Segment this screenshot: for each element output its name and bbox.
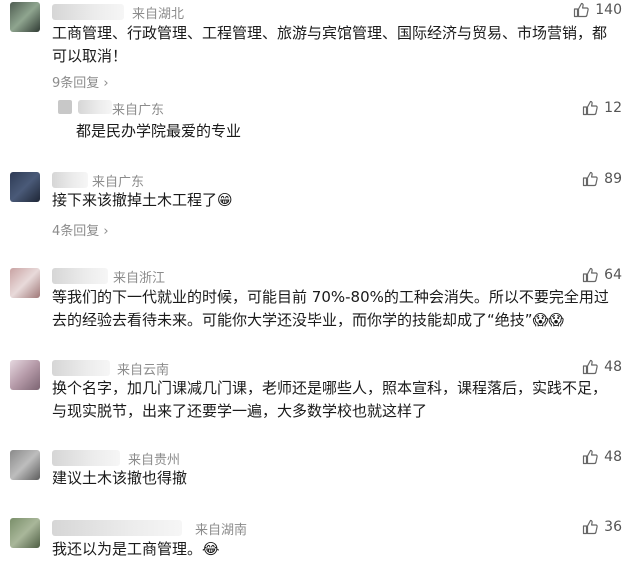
comment-text: 换个名字，加几门课减几门课，老师还是哪些人，照本宣科，课程落后，实践不足，与现实… bbox=[52, 379, 608, 420]
avatar[interactable] bbox=[10, 268, 40, 298]
comment-location: 来自云南 bbox=[117, 363, 170, 378]
reply-location: 来自广东 bbox=[112, 103, 165, 118]
thumbs-up-icon bbox=[583, 267, 598, 283]
comment: 来自贵州 48 建议土木该撤也得撤 bbox=[0, 446, 640, 502]
avatar[interactable] bbox=[10, 172, 40, 202]
comment-text-body: 接下来该撤掉土木工程了 bbox=[52, 191, 218, 209]
chevron-right-icon: › bbox=[103, 76, 109, 91]
comment: 来自云南 48 换个名字，加几门课减几门课，老师还是哪些人，照本宣科，课程落后，… bbox=[0, 356, 640, 440]
reply-like-button[interactable]: 12 bbox=[582, 100, 622, 116]
avatar[interactable] bbox=[10, 518, 40, 548]
thumbs-up-icon bbox=[583, 171, 598, 187]
reply-avatar[interactable] bbox=[58, 100, 72, 114]
replies-label: 4条回复 bbox=[52, 224, 100, 239]
username-redacted[interactable] bbox=[52, 520, 182, 536]
reply-text: 都是民办学院最爱的专业 bbox=[76, 122, 242, 140]
thumbs-up-icon bbox=[583, 449, 598, 465]
like-count: 48 bbox=[604, 359, 622, 375]
reply-username-redacted[interactable] bbox=[78, 100, 112, 114]
thumbs-up-icon bbox=[574, 2, 590, 18]
comment-location: 来自广东 bbox=[92, 175, 145, 190]
comment-text: 建议土木该撤也得撤 bbox=[52, 469, 188, 487]
like-button[interactable]: 48 bbox=[582, 449, 622, 465]
comment-location: 来自浙江 bbox=[113, 271, 166, 286]
replies-label: 9条回复 bbox=[52, 76, 100, 91]
like-count: 89 bbox=[604, 171, 622, 187]
like-count: 12 bbox=[604, 100, 622, 116]
like-button[interactable]: 48 bbox=[582, 359, 622, 375]
like-count: 140 bbox=[595, 2, 622, 18]
comment: 来自浙江 64 等我们的下一代就业的时候，可能目前 70%-80%的工种会消失。… bbox=[0, 264, 640, 348]
comment: 来自湖北 140 工商管理、行政管理、工程管理、旅游与宾馆管理、国际经济与贸易、… bbox=[0, 0, 640, 160]
avatar[interactable] bbox=[10, 2, 40, 32]
comment-location: 来自湖南 bbox=[195, 523, 248, 538]
comment: 来自广东 89 接下来该撤掉土木工程了😁 4条回复 › bbox=[0, 168, 640, 244]
comment-text: 工商管理、行政管理、工程管理、旅游与宾馆管理、国际经济与贸易、市场营销，都可以取… bbox=[52, 24, 608, 65]
tears-of-joy-emoji: 😂 bbox=[202, 540, 220, 558]
comment-text-body: 我还以为是工商管理。 bbox=[52, 540, 203, 558]
like-count: 64 bbox=[604, 267, 622, 283]
like-button[interactable]: 140 bbox=[573, 2, 622, 18]
comment-text-body: 等我们的下一代就业的时候，可能目前 70%-80%的工种会消失。所以不要完全用过… bbox=[52, 288, 609, 329]
avatar[interactable] bbox=[10, 450, 40, 480]
comment-location: 来自湖北 bbox=[132, 7, 185, 22]
like-count: 48 bbox=[604, 449, 622, 465]
avatar[interactable] bbox=[10, 360, 40, 390]
username-redacted[interactable] bbox=[52, 268, 108, 284]
username-redacted[interactable] bbox=[52, 360, 110, 376]
username-redacted[interactable] bbox=[52, 172, 88, 188]
comment: 来自湖南 36 我还以为是工商管理。😂 bbox=[0, 516, 640, 569]
chevron-right-icon: › bbox=[103, 224, 109, 239]
like-button[interactable]: 89 bbox=[582, 171, 622, 187]
thumbs-up-icon bbox=[583, 100, 598, 116]
screaming-face-emoji: 😱😱 bbox=[532, 311, 564, 329]
comment-text: 等我们的下一代就业的时候，可能目前 70%-80%的工种会消失。所以不要完全用过… bbox=[52, 286, 614, 332]
like-button[interactable]: 64 bbox=[582, 267, 622, 283]
username-redacted[interactable] bbox=[52, 450, 120, 466]
comment-text: 我还以为是工商管理。😂 bbox=[52, 538, 614, 561]
like-count: 36 bbox=[604, 519, 622, 535]
grinning-face-emoji: 😁 bbox=[217, 191, 233, 209]
comment-location: 来自贵州 bbox=[128, 453, 181, 468]
username-redacted[interactable] bbox=[52, 4, 124, 20]
thumbs-up-icon bbox=[583, 359, 598, 375]
like-button[interactable]: 36 bbox=[582, 519, 622, 535]
view-replies-link[interactable]: 9条回复 › bbox=[52, 72, 109, 91]
view-replies-link[interactable]: 4条回复 › bbox=[52, 220, 109, 239]
thumbs-up-icon bbox=[583, 519, 598, 535]
comment-text: 接下来该撤掉土木工程了😁 bbox=[52, 189, 614, 212]
